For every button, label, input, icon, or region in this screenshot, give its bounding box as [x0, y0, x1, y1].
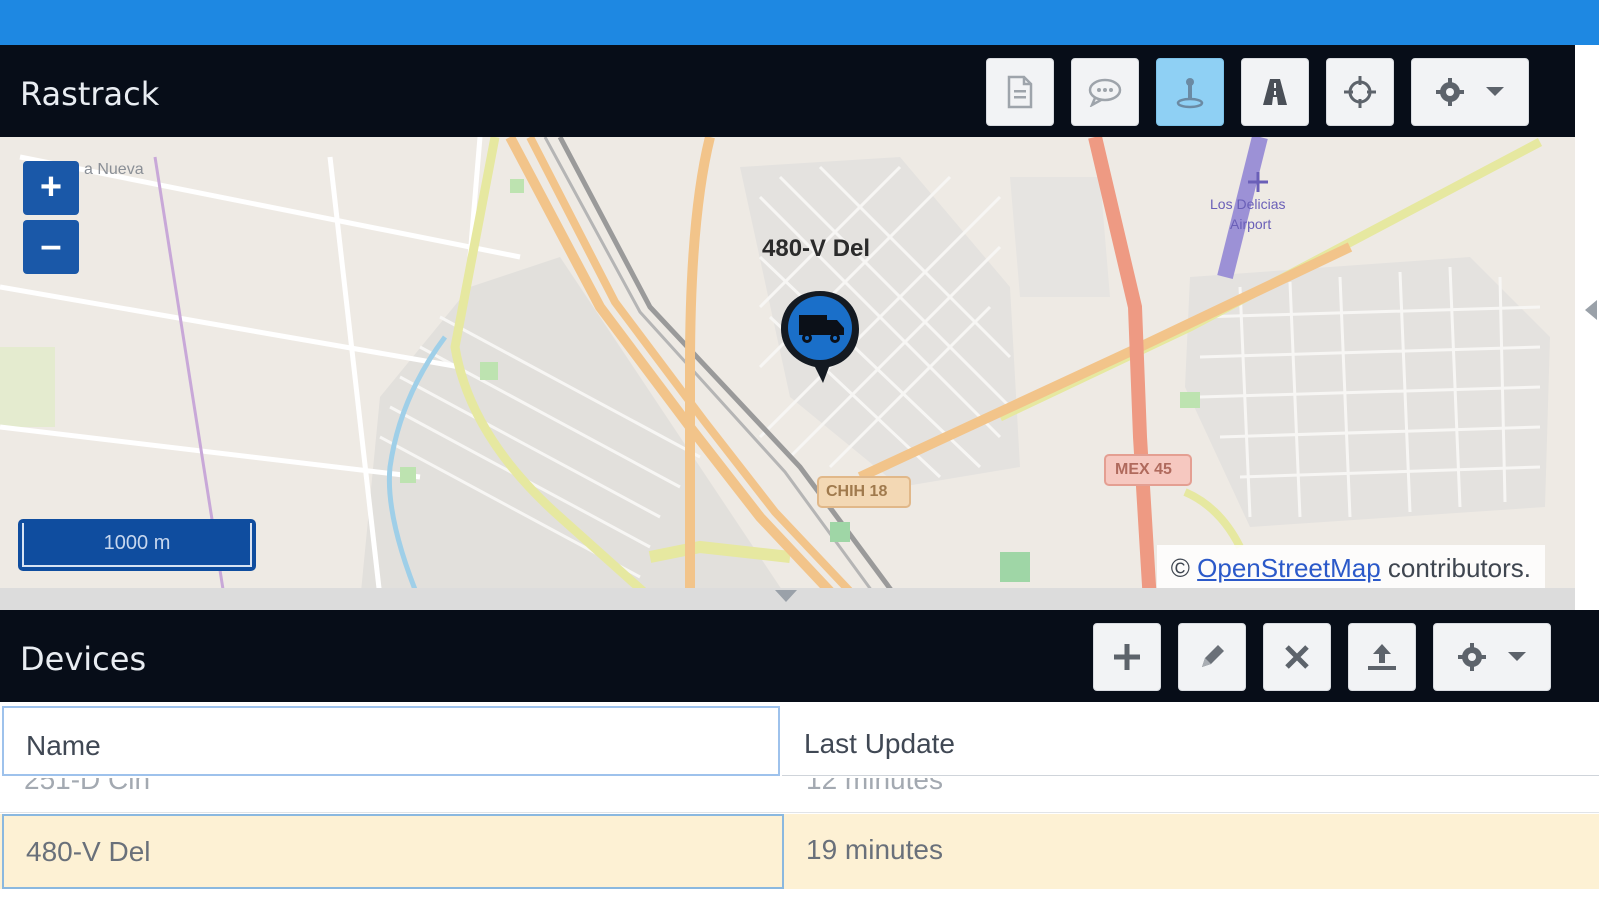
add-device-button[interactable]	[1093, 623, 1161, 691]
truck-icon	[781, 291, 859, 383]
road-label-chih: CHIH 18	[826, 483, 888, 500]
chevron-down-icon	[1486, 87, 1504, 96]
gear-icon	[1436, 78, 1464, 106]
pencil-icon	[1202, 645, 1224, 667]
svg-text:Airport: Airport	[1230, 216, 1271, 232]
devices-settings-button[interactable]	[1433, 623, 1551, 691]
report-button[interactable]	[986, 58, 1054, 126]
crosshair-icon	[1344, 76, 1376, 108]
close-icon	[1285, 645, 1309, 669]
follow-icon	[1176, 78, 1204, 109]
report-icon	[1007, 75, 1033, 109]
map-view[interactable]: Los Delicias Airport + – a Nueva CHIH 18…	[0, 137, 1575, 602]
column-header-last-update[interactable]: Last Update	[782, 706, 1599, 776]
openstreetmap-link[interactable]: OpenStreetMap	[1197, 553, 1381, 583]
devices-panel-title: Devices	[20, 640, 147, 678]
chevron-down-icon	[1508, 652, 1526, 661]
edit-device-button[interactable]	[1178, 623, 1246, 691]
place-label: a Nueva	[84, 161, 144, 178]
map-attribution: © OpenStreetMap contributors.	[1156, 545, 1545, 592]
road-icon	[1263, 79, 1287, 105]
column-header-name[interactable]: Name	[2, 706, 780, 776]
map-panel-title: Rastrack	[20, 75, 160, 113]
zoom-out-button[interactable]: –	[23, 220, 79, 274]
locate-button[interactable]	[1326, 58, 1394, 126]
devices-grid: Name Last Update 251-D Cin 12 minutes 48…	[0, 702, 1599, 900]
plus-icon	[1114, 644, 1140, 670]
marker-label: 480-V Del	[762, 235, 871, 262]
upload-icon	[1368, 644, 1396, 670]
geofence-button[interactable]	[1241, 58, 1309, 126]
settings-button[interactable]	[1411, 58, 1529, 126]
svg-text:Los Delicias: Los Delicias	[1210, 196, 1285, 212]
scale-label: 1000 m	[22, 523, 252, 567]
zoom-in-button[interactable]: +	[23, 161, 79, 215]
cell-last-update: 19 minutes	[806, 834, 943, 865]
gear-icon	[1458, 643, 1486, 671]
chat-icon	[1088, 78, 1122, 107]
follow-button[interactable]	[1156, 58, 1224, 126]
cell-last-update: 12 minutes	[806, 778, 943, 795]
zoom-control: + –	[23, 161, 79, 276]
cell-name: 480-V Del	[2, 814, 784, 889]
device-marker[interactable]	[777, 287, 863, 387]
share-device-button[interactable]	[1348, 623, 1416, 691]
collapse-bottom-arrow[interactable]	[775, 590, 797, 602]
remove-device-button[interactable]	[1263, 623, 1331, 691]
collapse-right-arrow[interactable]	[1585, 300, 1597, 320]
table-row[interactable]: 251-D Cin 12 minutes	[0, 778, 1599, 813]
attribution-prefix: ©	[1170, 553, 1198, 583]
command-button[interactable]	[1071, 58, 1139, 126]
scale-bar: 1000 m	[18, 519, 256, 571]
attribution-suffix: contributors.	[1380, 553, 1531, 583]
top-bar	[0, 0, 1599, 45]
cell-name: 251-D Cin	[24, 778, 151, 795]
devices-panel-header: Devices	[0, 610, 1599, 702]
map-panel-header: Rastrack	[0, 45, 1575, 137]
road-label-mex: MEX 45	[1115, 461, 1172, 478]
table-row-selected[interactable]: 480-V Del 19 minutes	[0, 814, 1599, 889]
